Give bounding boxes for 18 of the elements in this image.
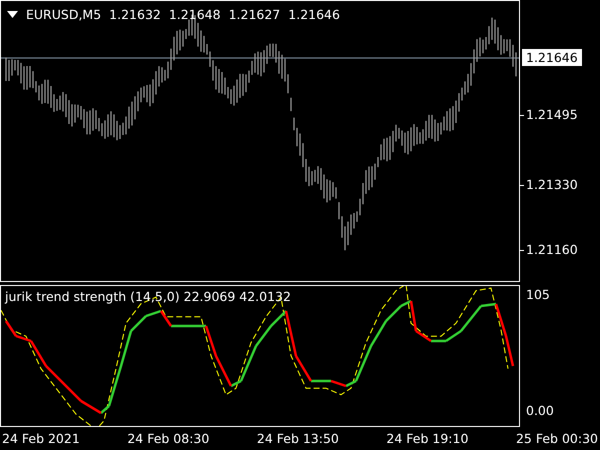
time-axis-label: 25 Feb 00:30 [516, 431, 598, 446]
price-value: 1.21632 [109, 7, 161, 22]
indicator-axis-label: 105 [526, 287, 550, 302]
indicator-label: jurik trend strength (14,5,0) 22.9069 42.0132 [5, 289, 291, 304]
time-axis-label: 24 Feb 2021 [2, 431, 80, 446]
time-axis-label: 24 Feb 13:50 [256, 431, 339, 446]
price-value: 1.21646 [288, 7, 340, 22]
current-price-tag: 1.21646 [522, 49, 582, 66]
time-axis-label: 24 Feb 19:10 [386, 431, 468, 446]
time-axis-label: 24 Feb 08:30 [127, 431, 210, 446]
caret-icon[interactable] [7, 11, 18, 18]
indicator-axis-label: 0.00 [526, 403, 554, 418]
price-value: 1.21648 [168, 7, 221, 22]
price-axis-label: 1.21495 [526, 107, 578, 122]
price-value: 1.21627 [228, 7, 280, 22]
symbol-label: EURUSD,M5 [26, 7, 102, 22]
price-axis-label: 1.21160 [526, 242, 578, 257]
price-axis-label: 1.21330 [526, 177, 578, 192]
